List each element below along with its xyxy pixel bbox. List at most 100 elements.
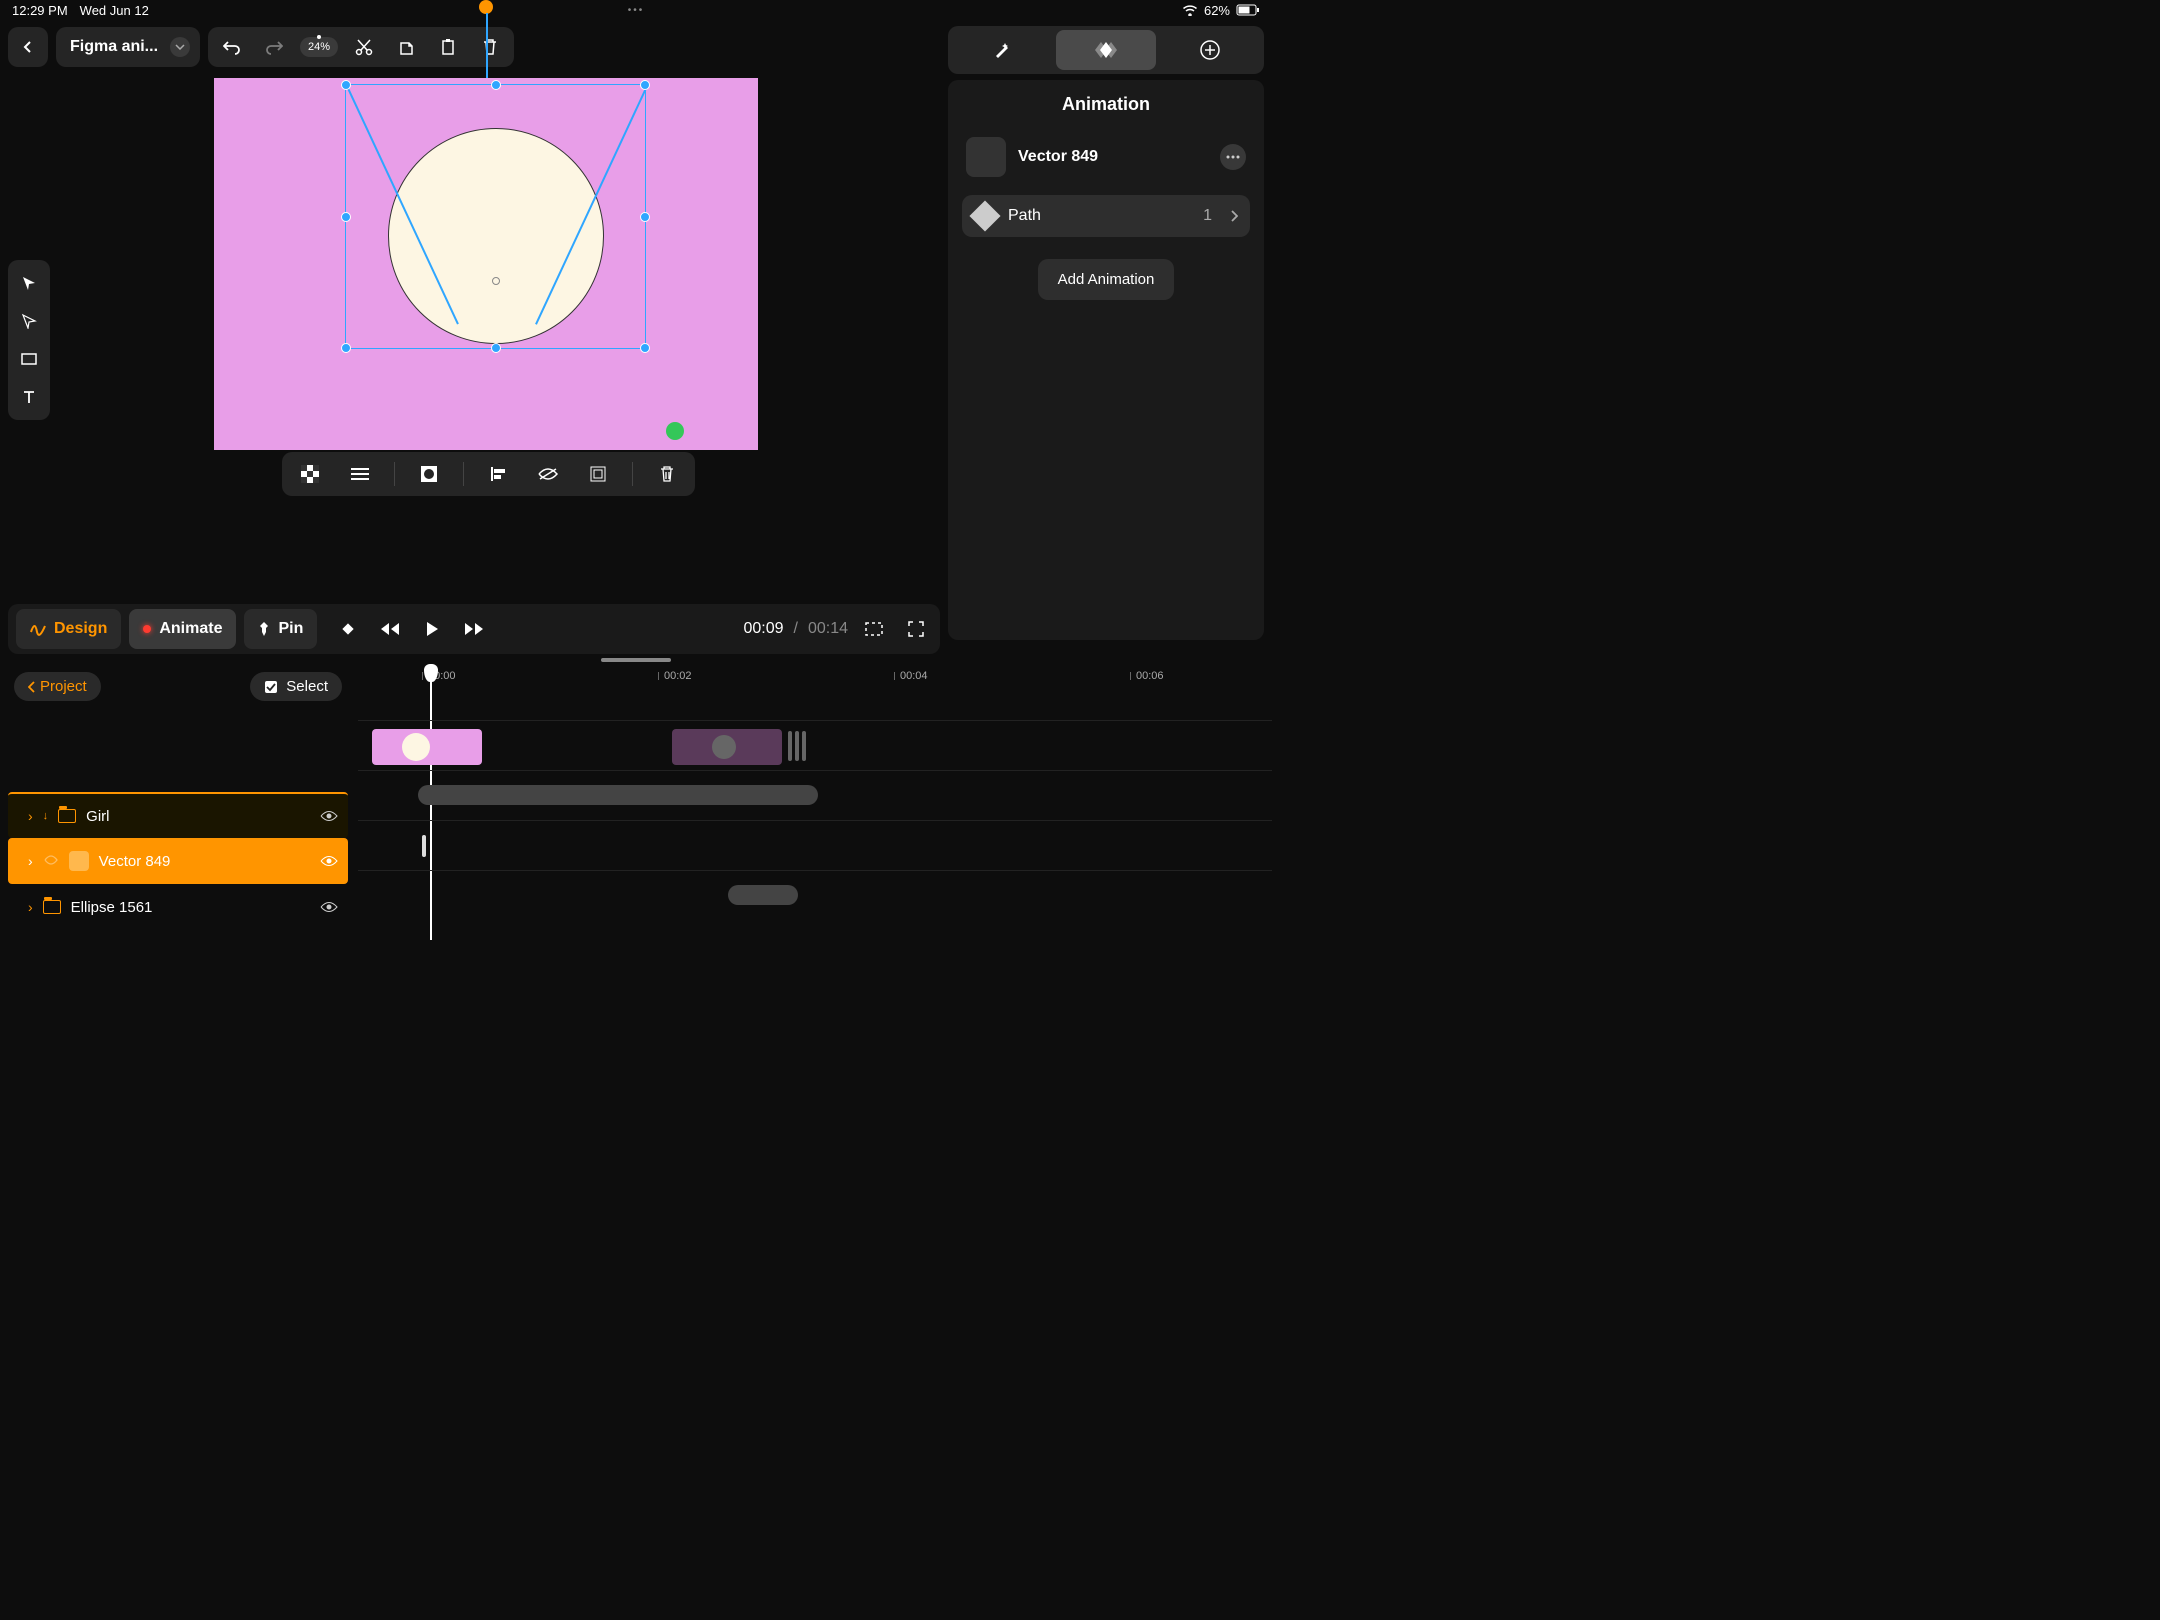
diamond-icon — [969, 200, 1000, 231]
timeline-ruler[interactable]: 00:00 00:02 00:04 00:06 — [358, 670, 1272, 702]
layer-row-girl[interactable]: › ↓ Girl — [8, 792, 348, 838]
left-toolbox — [8, 260, 50, 420]
resize-handle[interactable] — [640, 212, 650, 222]
design-mode-button[interactable]: Design — [16, 609, 121, 649]
layer-list: › ↓ Girl › Vector 849 › Ellipse 1561 — [8, 792, 348, 930]
paste-button[interactable] — [432, 31, 464, 63]
track-row-scene[interactable] — [358, 720, 1272, 770]
delete-button[interactable] — [474, 31, 506, 63]
resize-handle[interactable] — [341, 343, 351, 353]
keyframe[interactable] — [422, 835, 426, 857]
add-animation-button[interactable]: Add Animation — [1038, 259, 1175, 300]
rp-tab-animation[interactable] — [1056, 30, 1156, 70]
panel-drag-handle[interactable] — [601, 658, 671, 662]
battery-icon — [1236, 4, 1260, 16]
animation-clip[interactable] — [728, 885, 798, 905]
attribute-label: Path — [1008, 207, 1191, 225]
transparency-icon[interactable] — [294, 458, 326, 490]
visibility-icon[interactable] — [320, 810, 338, 822]
expand-icon[interactable]: › — [28, 808, 33, 824]
folder-icon — [58, 809, 76, 823]
rp-tab-magic[interactable] — [952, 30, 1052, 70]
undo-button[interactable] — [216, 31, 248, 63]
fullscreen-button[interactable] — [900, 613, 932, 645]
track-row-vector[interactable] — [358, 820, 1272, 870]
status-bar: 12:29 PM Wed Jun 12 ••• 62% — [0, 0, 1272, 20]
trash-icon[interactable] — [651, 458, 683, 490]
rectangle-tool[interactable] — [12, 342, 46, 376]
animation-clip[interactable] — [418, 785, 818, 805]
forward-button[interactable] — [459, 613, 489, 645]
selected-layer-name: Vector 849 — [1018, 148, 1208, 166]
resize-handle[interactable] — [341, 80, 351, 90]
layer-more-button[interactable] — [1220, 144, 1246, 170]
layer-label: Girl — [86, 808, 109, 825]
resize-handle[interactable] — [491, 80, 501, 90]
redo-button[interactable] — [258, 31, 290, 63]
status-date: Wed Jun 12 — [80, 3, 149, 18]
track-row-ellipse[interactable] — [358, 870, 1272, 920]
project-name-label: Figma ani... — [70, 38, 158, 56]
stroke-icon[interactable] — [344, 458, 376, 490]
project-back-button[interactable]: Project — [14, 672, 101, 701]
time-total: 00:14 — [808, 620, 848, 638]
right-panel-tabs — [948, 26, 1264, 74]
animate-mode-button[interactable]: Animate — [129, 609, 236, 649]
attribute-count: 1 — [1203, 207, 1212, 225]
layer-thumbnail — [69, 851, 89, 871]
resize-handle[interactable] — [491, 343, 501, 353]
battery-percent: 62% — [1204, 3, 1230, 18]
attribute-path-row[interactable]: Path 1 — [962, 195, 1250, 237]
status-time: 12:29 PM — [12, 3, 68, 18]
resize-handle[interactable] — [640, 80, 650, 90]
wifi-icon — [1182, 4, 1198, 16]
keyframe-button[interactable] — [333, 613, 363, 645]
visibility-icon[interactable] — [320, 901, 338, 913]
cut-button[interactable] — [348, 31, 380, 63]
track-row-girl[interactable] — [358, 770, 1272, 820]
chevron-right-icon — [1230, 210, 1238, 222]
expand-icon[interactable]: › — [28, 853, 33, 869]
chevron-down-icon — [170, 37, 190, 57]
artboard[interactable] — [214, 78, 758, 450]
rp-tab-add[interactable] — [1160, 30, 1260, 70]
path-end-point[interactable] — [666, 422, 684, 440]
expand-icon[interactable]: › — [28, 899, 33, 915]
scene-clip[interactable] — [672, 729, 782, 765]
layer-label: Vector 849 — [99, 853, 171, 870]
checkbox-icon — [264, 680, 278, 694]
project-name-dropdown[interactable]: Figma ani... — [56, 27, 200, 67]
group-icon[interactable] — [582, 458, 614, 490]
resize-handle[interactable] — [341, 212, 351, 222]
pivot-point[interactable] — [492, 277, 500, 285]
mask-icon — [43, 854, 59, 868]
visibility-icon[interactable] — [320, 855, 338, 867]
scene-clip[interactable] — [372, 729, 482, 765]
select-tool[interactable] — [12, 266, 46, 300]
folder-icon — [43, 900, 61, 914]
rotation-anchor[interactable] — [479, 0, 493, 14]
visibility-icon[interactable] — [532, 458, 564, 490]
ripple-handle[interactable] — [788, 731, 806, 761]
layer-label: Ellipse 1561 — [71, 899, 153, 916]
rewind-button[interactable] — [375, 613, 405, 645]
play-button[interactable] — [417, 613, 447, 645]
pin-mode-button[interactable]: Pin — [244, 609, 317, 649]
scribble-icon — [30, 622, 46, 636]
select-toggle-button[interactable]: Select — [250, 672, 342, 701]
zoom-level[interactable]: 24% — [300, 37, 338, 57]
loop-button[interactable] — [858, 613, 890, 645]
text-tool[interactable] — [12, 380, 46, 414]
canvas[interactable] — [214, 78, 758, 450]
panel-title: Animation — [962, 94, 1250, 115]
back-button[interactable] — [8, 27, 48, 67]
selection-box[interactable] — [345, 84, 646, 349]
copy-button[interactable] — [390, 31, 422, 63]
mask-icon[interactable] — [413, 458, 445, 490]
layer-row-vector[interactable]: › Vector 849 — [8, 838, 348, 884]
direct-select-tool[interactable] — [12, 304, 46, 338]
multitask-dots-icon[interactable]: ••• — [628, 5, 645, 16]
resize-handle[interactable] — [640, 343, 650, 353]
layer-row-ellipse[interactable]: › Ellipse 1561 — [8, 884, 348, 930]
align-icon[interactable] — [482, 458, 514, 490]
